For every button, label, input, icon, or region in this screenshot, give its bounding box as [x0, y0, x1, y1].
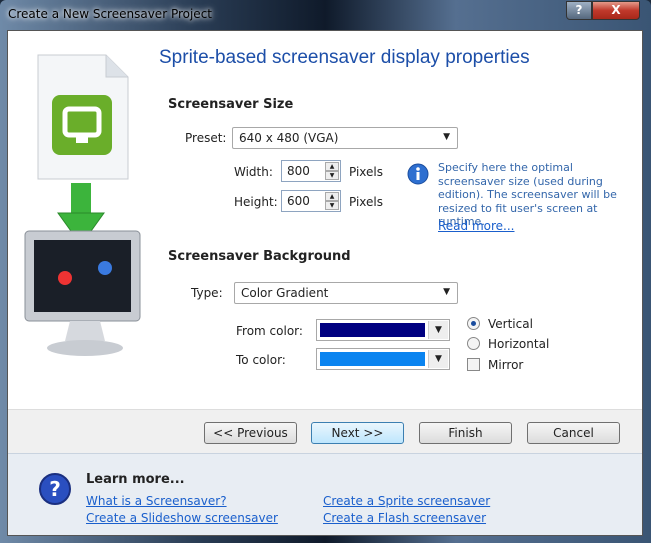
- to-color-swatch: [320, 352, 425, 366]
- slideshow-screensaver-link[interactable]: Create a Slideshow screensaver: [86, 511, 278, 525]
- chevron-down-icon: ▼: [443, 132, 450, 142]
- help-question-icon: ?: [39, 473, 71, 505]
- mirror-checkbox[interactable]: [467, 358, 480, 371]
- chevron-down-icon: ▼: [443, 287, 450, 297]
- height-unit: Pixels: [349, 195, 384, 209]
- from-color-picker[interactable]: ▼: [316, 319, 450, 341]
- what-is-screensaver-link[interactable]: What is a Screensaver?: [86, 494, 227, 508]
- type-value: Color Gradient: [241, 286, 329, 300]
- sprite-screensaver-link[interactable]: Create a Sprite screensaver: [323, 494, 490, 508]
- preset-value: 640 x 480 (VGA): [239, 131, 339, 145]
- window-title: Create a New Screensaver Project: [8, 7, 212, 21]
- horizontal-radio[interactable]: [467, 337, 480, 350]
- previous-button[interactable]: << Previous: [204, 422, 297, 444]
- preset-label: Preset:: [185, 131, 227, 145]
- spin-down-icon[interactable]: ▼: [325, 171, 339, 180]
- to-color-picker[interactable]: ▼: [316, 348, 450, 370]
- vertical-radio[interactable]: [467, 317, 480, 330]
- mirror-label: Mirror: [488, 358, 524, 372]
- svg-text:?: ?: [49, 477, 61, 501]
- from-color-swatch: [320, 323, 425, 337]
- next-button[interactable]: Next >>: [311, 422, 404, 444]
- from-color-label: From color:: [236, 324, 303, 338]
- height-label: Height:: [234, 195, 278, 209]
- close-button[interactable]: X: [592, 1, 640, 20]
- spin-down-icon[interactable]: ▼: [325, 201, 339, 210]
- chevron-down-icon: ▼: [428, 321, 448, 339]
- cancel-button[interactable]: Cancel: [527, 422, 620, 444]
- button-bar: << Previous Next >> Finish Cancel: [8, 409, 642, 453]
- width-value: 800: [287, 164, 310, 178]
- vertical-label: Vertical: [488, 317, 533, 331]
- height-stepper[interactable]: 600 ▲ ▼: [281, 190, 341, 212]
- learn-more-panel: ? Learn more... What is a Screensaver? C…: [8, 453, 642, 535]
- chevron-down-icon: ▼: [428, 350, 448, 368]
- spin-up-icon[interactable]: ▲: [325, 162, 339, 171]
- dialog-client: Sprite-based screensaver display propert…: [7, 30, 643, 536]
- read-more-link[interactable]: Read more...: [438, 219, 515, 233]
- type-label: Type:: [191, 286, 223, 300]
- preset-dropdown[interactable]: 640 x 480 (VGA) ▼: [232, 127, 458, 149]
- size-section-title: Screensaver Size: [168, 97, 294, 112]
- page-title: Sprite-based screensaver display propert…: [159, 47, 530, 68]
- width-label: Width:: [234, 165, 273, 179]
- horizontal-label: Horizontal: [488, 337, 550, 351]
- height-value: 600: [287, 194, 310, 208]
- flash-screensaver-link[interactable]: Create a Flash screensaver: [323, 511, 486, 525]
- background-section-title: Screensaver Background: [168, 249, 351, 264]
- width-unit: Pixels: [349, 165, 384, 179]
- monitor-icon: [24, 230, 141, 356]
- learn-more-title: Learn more...: [86, 472, 185, 487]
- help-button[interactable]: ?: [566, 1, 592, 20]
- to-color-label: To color:: [236, 353, 286, 367]
- document-icon: [37, 54, 129, 180]
- info-icon: [407, 163, 429, 185]
- spin-up-icon[interactable]: ▲: [325, 192, 339, 201]
- width-stepper[interactable]: 800 ▲ ▼: [281, 160, 341, 182]
- type-dropdown[interactable]: Color Gradient ▼: [234, 282, 458, 304]
- finish-button[interactable]: Finish: [419, 422, 512, 444]
